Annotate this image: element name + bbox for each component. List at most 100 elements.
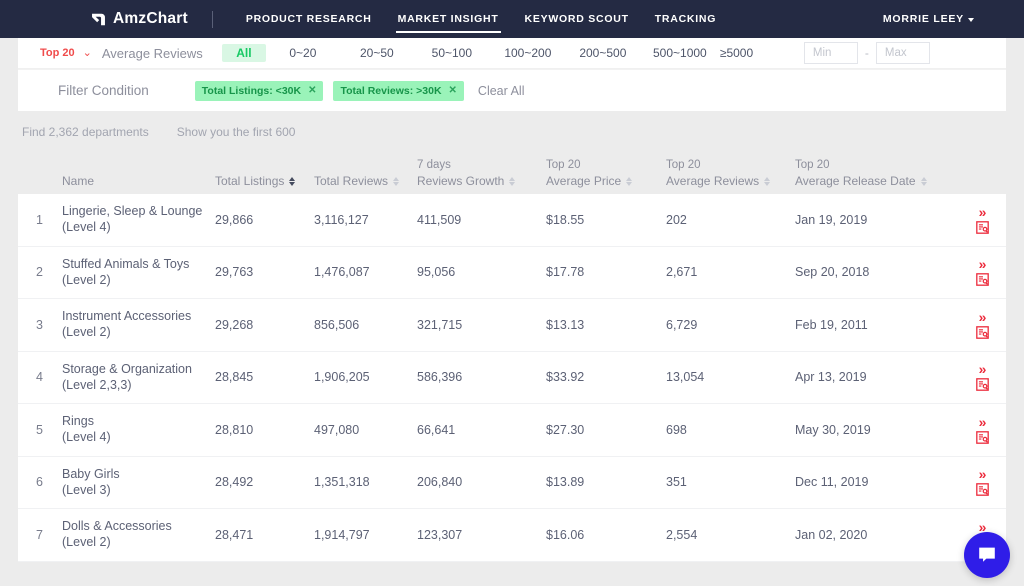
table-row[interactable]: 3 Instrument Accessories (Level 2) 29,26…: [18, 299, 1006, 352]
range-option-all[interactable]: All: [221, 44, 266, 62]
row-total-reviews: 856,506: [314, 317, 360, 332]
row-index: 7: [36, 527, 43, 542]
close-icon[interactable]: ✕: [308, 85, 316, 96]
col-header-label: Total Reviews: [314, 174, 389, 188]
brand-name: AmzChart: [113, 10, 188, 27]
close-icon[interactable]: ✕: [449, 85, 457, 96]
row-level: (Level 2): [62, 325, 111, 340]
col-header-label: Average Reviews: [666, 174, 760, 188]
table-row[interactable]: 1 Lingerie, Sleep & Lounge (Level 4) 29,…: [18, 194, 1006, 247]
table-row[interactable]: 2 Stuffed Animals & Toys (Level 2) 29,76…: [18, 246, 1006, 299]
results-table: Name Total Listings Total Reviews 7 days…: [0, 150, 1024, 562]
col-header-average-reviews[interactable]: Top 20 Average Reviews: [666, 159, 795, 188]
col-header-average-release-date[interactable]: Top 20 Average Release Date: [795, 159, 967, 188]
row-average-release-date: May 30, 2019: [795, 422, 871, 437]
col-header-reviews-growth[interactable]: 7 days Reviews Growth: [417, 159, 546, 188]
row-reviews-growth: 411,509: [417, 212, 462, 227]
sort-toggle-average-release-date[interactable]: [920, 177, 927, 188]
row-name-cell: Stuffed Animals & Toys (Level 2): [62, 257, 215, 288]
chevron-down-icon[interactable]: ⌄: [83, 47, 92, 59]
double-chevron-right-icon[interactable]: »: [979, 205, 987, 219]
range-option-20-50[interactable]: 20~50: [340, 46, 414, 60]
row-average-reviews: 6,729: [666, 317, 698, 332]
sort-toggle-total-listings[interactable]: [289, 177, 296, 188]
sort-toggle-total-reviews[interactable]: [393, 177, 400, 188]
filter-tag-text: Total Reviews: >30K: [340, 84, 442, 97]
double-chevron-right-icon[interactable]: »: [979, 310, 987, 324]
nav-link-product-research[interactable]: PRODUCT RESEARCH: [233, 0, 385, 38]
table-row[interactable]: 4 Storage & Organization (Level 2,3,3) 2…: [18, 351, 1006, 404]
col-header-sublabel: Top 20: [546, 159, 581, 171]
sort-toggle-average-price[interactable]: [626, 177, 633, 188]
row-name-cell: Lingerie, Sleep & Lounge (Level 4): [62, 204, 215, 235]
brand-logo[interactable]: AmzChart: [90, 10, 188, 28]
table-header-row: Name Total Listings Total Reviews 7 days…: [18, 150, 1006, 194]
col-header-total-reviews[interactable]: Total Reviews: [314, 174, 417, 188]
nav-link-keyword-scout[interactable]: KEYWORD SCOUT: [512, 0, 642, 38]
row-actions-cell: »: [967, 415, 1006, 444]
double-chevron-right-icon[interactable]: »: [979, 520, 987, 534]
sort-toggle-average-reviews[interactable]: [764, 177, 771, 188]
nav-link-tracking[interactable]: TRACKING: [642, 0, 729, 38]
row-total-reviews: 3,116,127: [314, 212, 369, 227]
max-input[interactable]: [875, 42, 930, 64]
range-option-500-1000[interactable]: 500~1000: [640, 46, 720, 60]
document-search-icon[interactable]: [976, 273, 989, 287]
filter-top20-label[interactable]: Top 20: [40, 47, 75, 59]
document-search-icon[interactable]: [976, 220, 989, 234]
range-option-200-500[interactable]: 200~500: [566, 46, 640, 60]
sort-toggle-reviews-growth[interactable]: [509, 177, 516, 188]
col-header-total-listings[interactable]: Total Listings: [215, 174, 314, 188]
nav-link-market-insight[interactable]: MARKET INSIGHT: [385, 0, 512, 38]
row-name: Dolls & Accessories: [62, 519, 172, 534]
double-chevron-right-icon[interactable]: »: [979, 467, 987, 481]
col-header-label: Reviews Growth: [417, 174, 505, 188]
chat-bubble-icon: [979, 547, 995, 562]
filter-tag-text: Total Listings: <30K: [201, 84, 302, 97]
range-option-5000-plus[interactable]: ≥5000: [720, 46, 778, 60]
table-row[interactable]: 6 Baby Girls (Level 3) 28,492 1,351,318 …: [18, 456, 1006, 509]
double-chevron-right-icon[interactable]: »: [979, 415, 987, 429]
nav-divider: [211, 10, 213, 28]
double-chevron-right-icon[interactable]: »: [979, 257, 987, 271]
row-total-listings: 29,268: [215, 317, 254, 332]
row-index: 2: [36, 265, 43, 280]
row-actions-cell: »: [967, 205, 1006, 234]
document-search-icon[interactable]: [976, 325, 989, 339]
table-row[interactable]: 7 Dolls & Accessories (Level 2) 28,471 1…: [18, 509, 1006, 562]
row-level: (Level 3): [62, 482, 111, 497]
document-search-icon[interactable]: [976, 483, 989, 497]
row-average-price: $27.30: [546, 422, 585, 437]
col-header-label: Average Release Date: [795, 174, 916, 188]
user-menu[interactable]: MORRIE LEEY: [883, 13, 1000, 25]
chat-support-button[interactable]: [964, 532, 1010, 578]
row-level: (Level 2): [62, 272, 111, 287]
row-average-reviews: 13,054: [666, 370, 705, 385]
min-input[interactable]: [803, 42, 858, 64]
row-name: Baby Girls: [62, 466, 120, 481]
document-search-icon[interactable]: [976, 430, 989, 444]
clear-all-button[interactable]: Clear All: [478, 84, 525, 98]
range-option-0-20[interactable]: 0~20: [266, 46, 340, 60]
row-level: (Level 4): [62, 220, 111, 235]
row-name-cell: Instrument Accessories (Level 2): [62, 309, 215, 340]
col-header-average-price[interactable]: Top 20 Average Price: [546, 159, 666, 188]
row-average-release-date: Feb 19, 2011: [795, 317, 868, 332]
range-option-50-100[interactable]: 50~100: [414, 46, 490, 60]
col-header-label: Name: [62, 174, 95, 188]
row-average-reviews: 202: [666, 212, 687, 227]
range-options: All 0~20 20~50 50~100 100~200 200~500 50…: [221, 44, 778, 62]
table-row[interactable]: 5 Rings (Level 4) 28,810 497,080 66,641 …: [18, 404, 1006, 457]
row-total-reviews: 1,476,087: [314, 265, 370, 280]
col-header-sublabel: Top 20: [666, 159, 701, 171]
row-reviews-growth: 123,307: [417, 527, 463, 542]
row-name-cell: Dolls & Accessories (Level 2): [62, 519, 215, 550]
row-average-release-date: Dec 11, 2019: [795, 475, 869, 490]
row-total-listings: 28,845: [215, 370, 254, 385]
double-chevron-right-icon[interactable]: »: [979, 362, 987, 376]
range-option-100-200[interactable]: 100~200: [490, 46, 566, 60]
col-header-sublabel: Top 20: [795, 159, 830, 171]
top-navbar: AmzChart PRODUCT RESEARCH MARKET INSIGHT…: [0, 0, 1024, 38]
document-search-icon[interactable]: [976, 378, 989, 392]
col-header-sublabel: 7 days: [417, 159, 451, 171]
